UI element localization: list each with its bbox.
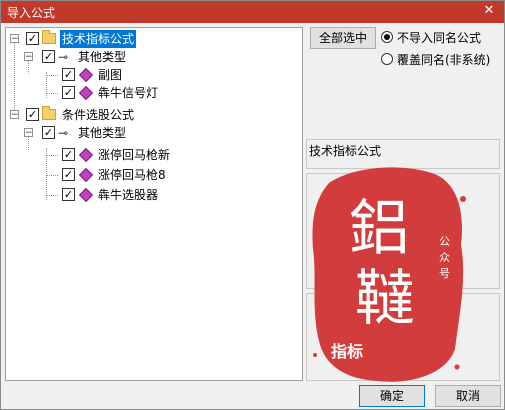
seal-sub-1: 公 bbox=[439, 235, 450, 248]
overwrite-duplicates-radio[interactable] bbox=[381, 53, 393, 65]
formula-icon bbox=[78, 167, 94, 183]
checkbox[interactable]: ✓ bbox=[62, 148, 75, 161]
formula-icon bbox=[78, 147, 94, 163]
tree-node-subchart[interactable]: ✓ 副图 bbox=[6, 66, 296, 84]
tree-node-stock-select[interactable]: − ✓ 条件选股公式 bbox=[6, 106, 296, 124]
cancel-button[interactable]: 取消 bbox=[435, 385, 501, 407]
collapse-icon[interactable]: − bbox=[10, 34, 19, 44]
tree-node-limitup-8[interactable]: ✓ 涨停回马枪8 bbox=[6, 166, 296, 184]
checkbox[interactable]: ✓ bbox=[26, 108, 39, 121]
formula-icon bbox=[78, 67, 94, 83]
tree-node-label: 犇牛选股器 bbox=[98, 188, 159, 202]
skip-duplicates-radio[interactable] bbox=[381, 31, 393, 43]
info-section-label: 技术指标公式 bbox=[309, 144, 382, 158]
checkbox[interactable]: ✓ bbox=[62, 188, 75, 201]
collapse-icon[interactable]: − bbox=[10, 110, 19, 120]
key-icon: ⊸ bbox=[58, 126, 69, 140]
seal-char-1: 鋁 bbox=[349, 194, 409, 264]
tree-node-label: 犇牛信号灯 bbox=[98, 86, 159, 100]
formula-icon bbox=[78, 187, 94, 203]
tree-node-limitup-new[interactable]: ✓ 涨停回马枪新 bbox=[6, 146, 296, 164]
watermark-seal: 鋁 韃 公 众 号 指标 bbox=[312, 167, 466, 382]
checkbox[interactable]: ✓ bbox=[42, 50, 55, 63]
tree-node-signal-light[interactable]: ✓ 犇牛信号灯 bbox=[6, 84, 296, 102]
checkbox[interactable]: ✓ bbox=[42, 126, 55, 139]
import-formula-dialog: 导入公式 ✕ − ✓ 技术指标公式 − ✓ ⊸ 其他类型 ✓ 副图 ✓ 犇牛信号… bbox=[0, 0, 505, 410]
overwrite-duplicates-label: 覆盖同名(非系统) bbox=[397, 53, 491, 67]
close-icon[interactable]: ✕ bbox=[480, 2, 498, 20]
tree-node-label: 涨停回马枪8 bbox=[98, 168, 166, 182]
select-all-button[interactable]: 全部选中 bbox=[310, 27, 376, 49]
tree-node-label: 其他类型 bbox=[78, 50, 127, 64]
checkbox[interactable]: ✓ bbox=[62, 168, 75, 181]
seal-char-2: 韃 bbox=[355, 264, 415, 334]
formula-icon bbox=[78, 85, 94, 101]
title-bar: 导入公式 ✕ bbox=[1, 1, 504, 23]
tree-node-label: 涨停回马枪新 bbox=[98, 148, 171, 162]
formula-tree[interactable]: − ✓ 技术指标公式 − ✓ ⊸ 其他类型 ✓ 副图 ✓ 犇牛信号灯 − ✓ 条… bbox=[5, 27, 303, 381]
collapse-icon[interactable]: − bbox=[24, 52, 33, 62]
folder-icon bbox=[42, 30, 56, 44]
window-title: 导入公式 bbox=[7, 6, 56, 20]
seal-sub-2: 众 bbox=[439, 251, 450, 264]
seal-bottom-text: 指标 bbox=[331, 342, 363, 361]
tree-node-label: 其他类型 bbox=[78, 126, 127, 140]
skip-duplicates-label: 不导入同名公式 bbox=[397, 31, 482, 45]
checkbox[interactable]: ✓ bbox=[62, 68, 75, 81]
key-icon: ⊸ bbox=[58, 50, 69, 64]
seal-sub-3: 号 bbox=[439, 267, 450, 280]
tree-node-label: 技术指标公式 bbox=[60, 30, 137, 48]
tree-node-stock-picker[interactable]: ✓ 犇牛选股器 bbox=[6, 186, 296, 204]
tree-node-other-type-2[interactable]: − ✓ ⊸ 其他类型 bbox=[6, 124, 296, 142]
tree-node-label: 条件选股公式 bbox=[62, 108, 135, 122]
checkbox[interactable]: ✓ bbox=[62, 86, 75, 99]
collapse-icon[interactable]: − bbox=[24, 128, 33, 138]
tree-node-other-type[interactable]: − ✓ ⊸ 其他类型 bbox=[6, 48, 296, 66]
tree-node-label: 副图 bbox=[98, 68, 123, 82]
tree-node-tech-formula[interactable]: − ✓ 技术指标公式 bbox=[6, 30, 296, 48]
checkbox[interactable]: ✓ bbox=[26, 32, 39, 45]
folder-icon bbox=[42, 106, 56, 120]
ok-button[interactable]: 确定 bbox=[359, 385, 425, 407]
